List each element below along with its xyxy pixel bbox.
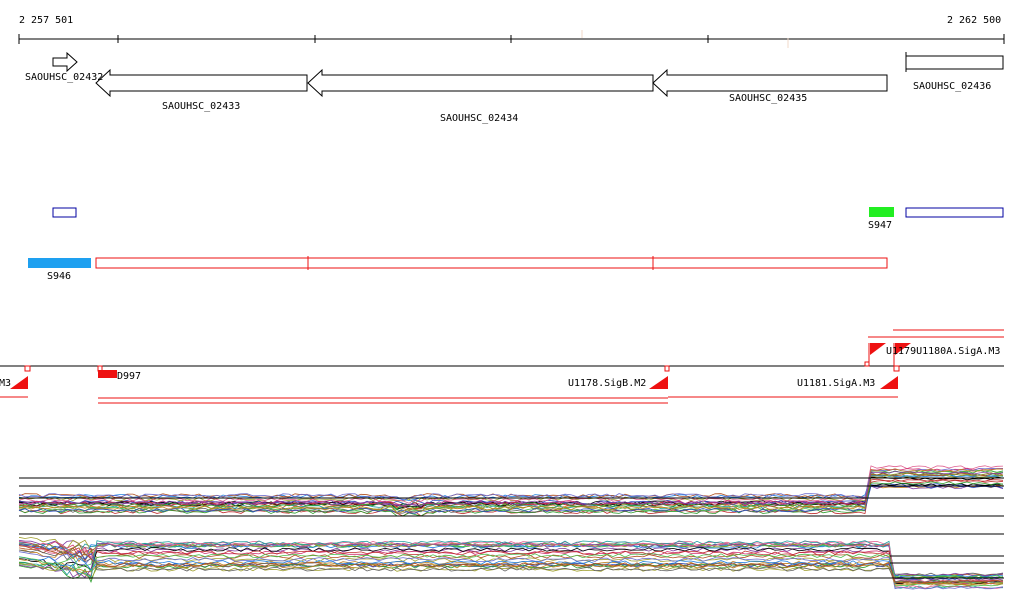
expression-line xyxy=(18,558,1004,586)
segment-box-blue[interactable] xyxy=(905,207,1004,218)
gene-arrow-02434[interactable] xyxy=(307,68,654,98)
gene-label-02434: SAOUHSC_02434 xyxy=(440,113,518,124)
feature-label-u1181: U1181.SigA.M3 xyxy=(797,378,875,389)
gene-label-02435: SAOUHSC_02435 xyxy=(729,93,807,104)
feature-tick xyxy=(24,365,31,372)
segment-box-blue[interactable] xyxy=(52,207,77,218)
feature-track: M3 D997 U1178.SigB.M2 U1181.SigA.M3 U117… xyxy=(0,329,1004,404)
segment-label-s947: S947 xyxy=(868,220,892,231)
expression-line xyxy=(18,467,1003,501)
feature-label-u1178: U1178.SigB.M2 xyxy=(568,378,646,389)
feature-label-u-right: U1179U1180A.SigA.M3 xyxy=(886,346,1000,357)
segment-track: S947 S946 xyxy=(28,207,1004,282)
coordinate-ruler: 2 257 501 2 262 500 xyxy=(18,15,1005,48)
ruler-end-label: 2 262 500 xyxy=(947,15,1001,26)
segment-s946[interactable] xyxy=(28,258,91,268)
gene-track xyxy=(52,51,1004,98)
segment-box-red[interactable] xyxy=(307,257,654,269)
genome-browser-canvas: 2 257 501 2 262 500 SAOUHSC_02432 SAOUHS… xyxy=(0,15,1005,590)
feature-tick xyxy=(864,361,870,367)
gene-label-02433: SAOUHSC_02433 xyxy=(162,101,240,112)
feature-d997[interactable] xyxy=(98,370,117,378)
ruler-start-label: 2 257 501 xyxy=(19,15,73,26)
gene-arrow-02432[interactable] xyxy=(52,51,78,73)
feature-label-d997: D997 xyxy=(117,371,141,382)
gene-box-02436[interactable] xyxy=(905,55,1004,70)
feature-tick xyxy=(893,365,900,372)
feature-label-m3: M3 xyxy=(0,378,11,389)
feature-triangle[interactable] xyxy=(870,343,886,355)
feature-triangle[interactable] xyxy=(10,376,28,389)
segment-box-red[interactable] xyxy=(652,257,888,269)
feature-triangle[interactable] xyxy=(649,376,668,389)
segment-label-s946: S946 xyxy=(47,271,71,282)
gene-arrow-02433[interactable] xyxy=(95,68,308,98)
gene-label-02436: SAOUHSC_02436 xyxy=(913,81,991,92)
segment-box-red[interactable] xyxy=(95,257,309,269)
gene-labels: SAOUHSC_02432 SAOUHSC_02433 SAOUHSC_0243… xyxy=(25,72,991,124)
segment-s947[interactable] xyxy=(869,207,894,217)
gene-label-02432: SAOUHSC_02432 xyxy=(25,72,103,83)
feature-tick xyxy=(664,365,670,372)
feature-triangle[interactable] xyxy=(880,376,898,389)
expression-profiles xyxy=(18,465,1004,590)
